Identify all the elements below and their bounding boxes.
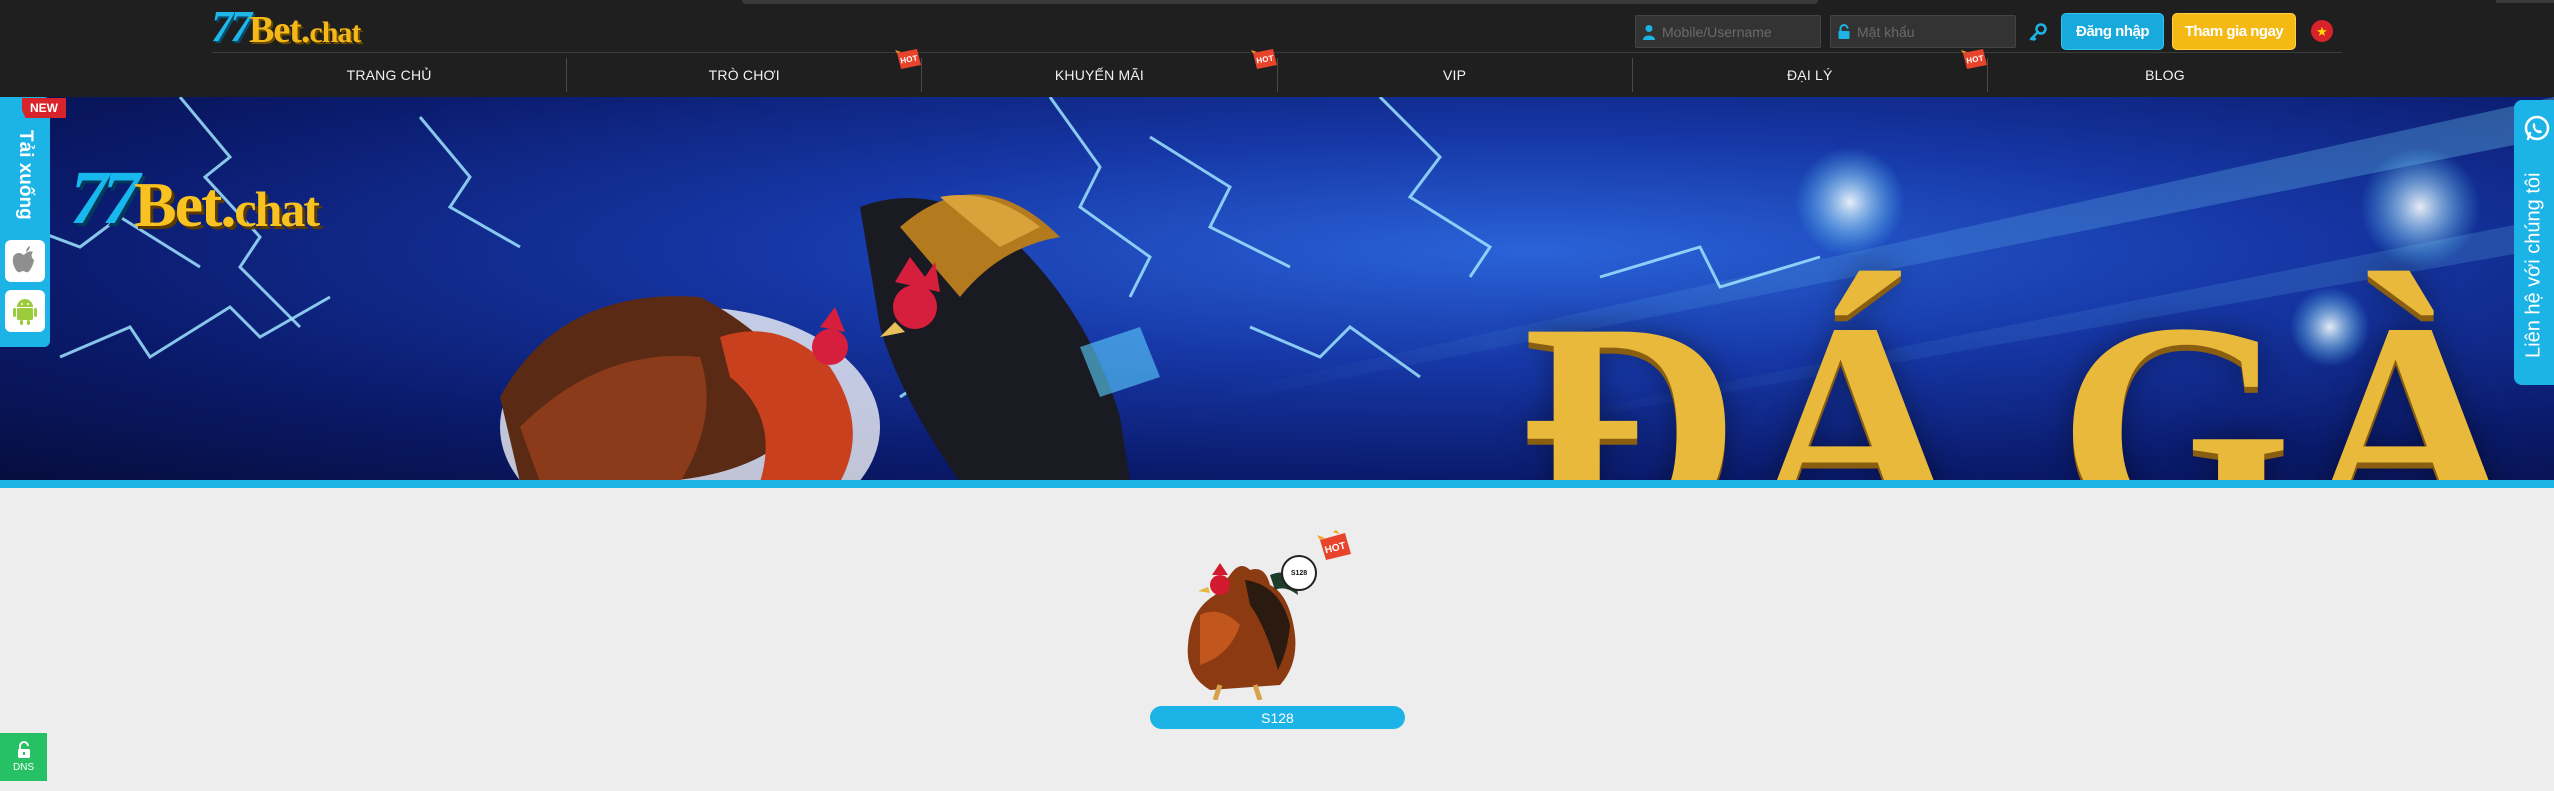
- login-button[interactable]: Đăng nhập: [2061, 13, 2164, 50]
- banner-logo-number: 77: [70, 156, 140, 240]
- site-header: 77 Bet.chat Đăng nhập Tham gia ngay ★ TR…: [0, 0, 2554, 97]
- dns-label: DNS: [12, 762, 35, 773]
- main-nav: TRANG CHỦ TRÒ CHƠI HOT KHUYẾN MÃI HOT VI…: [212, 49, 2342, 97]
- banner-logo-brand: Bet.chat: [134, 168, 320, 242]
- new-badge: NEW: [22, 98, 66, 118]
- logo-number: 77: [211, 2, 252, 51]
- nav-item-vip[interactable]: VIP: [1278, 53, 1632, 97]
- banner-logo-brand-suffix: chat: [234, 181, 320, 237]
- nav-item-home[interactable]: TRANG CHỦ: [212, 53, 566, 97]
- password-field[interactable]: [1830, 15, 2016, 48]
- rooster-left-illustration: [500, 296, 880, 482]
- hot-badge-icon: HOT: [1250, 49, 1277, 69]
- unlock-icon: [17, 741, 30, 758]
- banner-logo: 77 Bet.chat: [70, 155, 320, 242]
- user-icon: [1643, 24, 1655, 40]
- hot-badge-icon: HOT: [1960, 49, 1987, 69]
- banner-title: ĐÁ GÀ: [1520, 261, 2529, 482]
- android-icon: [13, 299, 37, 325]
- apple-icon: [12, 246, 34, 273]
- top-notch: [742, 0, 1818, 4]
- hero-banner[interactable]: 77 Bet.chat ĐÁ GÀ: [0, 97, 2554, 482]
- whatsapp-icon[interactable]: [2522, 113, 2552, 143]
- contact-us-label[interactable]: Liên hệ với chúng tôi: [2518, 150, 2550, 380]
- download-label[interactable]: Tải xuống: [7, 125, 43, 225]
- nav-item-label: VIP: [1443, 67, 1467, 83]
- logo-brand-suffix: chat: [309, 16, 361, 49]
- username-field[interactable]: [1635, 15, 1821, 48]
- nav-item-promotions[interactable]: KHUYẾN MÃI HOT: [922, 49, 1277, 97]
- logo-brand: Bet.chat: [249, 8, 361, 52]
- site-logo[interactable]: 77 Bet.chat: [211, 2, 361, 52]
- key-icon[interactable]: [2028, 22, 2048, 42]
- nav-item-label: TRÒ CHƠI: [708, 67, 780, 83]
- password-input[interactable]: [1857, 23, 2015, 40]
- nav-item-blog[interactable]: BLOG: [1988, 53, 2342, 97]
- rooster-right-illustration: [860, 194, 1160, 482]
- banner-logo-brand-text: Bet.: [134, 169, 236, 240]
- logo-brand-text: Bet.: [249, 9, 310, 51]
- username-input[interactable]: [1662, 23, 1820, 40]
- nav-item-label: BLOG: [2145, 67, 2185, 83]
- lock-icon: [1838, 23, 1850, 39]
- ios-download-button[interactable]: [5, 240, 45, 282]
- s128-logo-badge: S128: [1281, 555, 1317, 591]
- android-download-button[interactable]: [5, 290, 45, 332]
- game-label-button[interactable]: S128: [1150, 706, 1405, 729]
- game-card-s128[interactable]: S128 HOT S128: [1150, 525, 1405, 730]
- nav-item-label: ĐẠI LÝ: [1786, 67, 1833, 83]
- hot-badge-icon: HOT: [895, 49, 922, 69]
- banner-divider: [0, 480, 2554, 488]
- dns-button[interactable]: DNS: [0, 733, 47, 781]
- nav-item-label: KHUYẾN MÃI: [1054, 67, 1144, 83]
- nav-item-label: TRANG CHỦ: [346, 67, 432, 83]
- join-now-button[interactable]: Tham gia ngay: [2172, 13, 2296, 50]
- vn-flag-icon[interactable]: ★: [2311, 20, 2333, 42]
- nav-item-agent[interactable]: ĐẠI LÝ HOT: [1633, 49, 1987, 97]
- hot-badge-icon: HOT: [1317, 530, 1351, 560]
- top-corner: [2496, 0, 2554, 3]
- nav-item-games[interactable]: TRÒ CHƠI HOT: [567, 49, 922, 97]
